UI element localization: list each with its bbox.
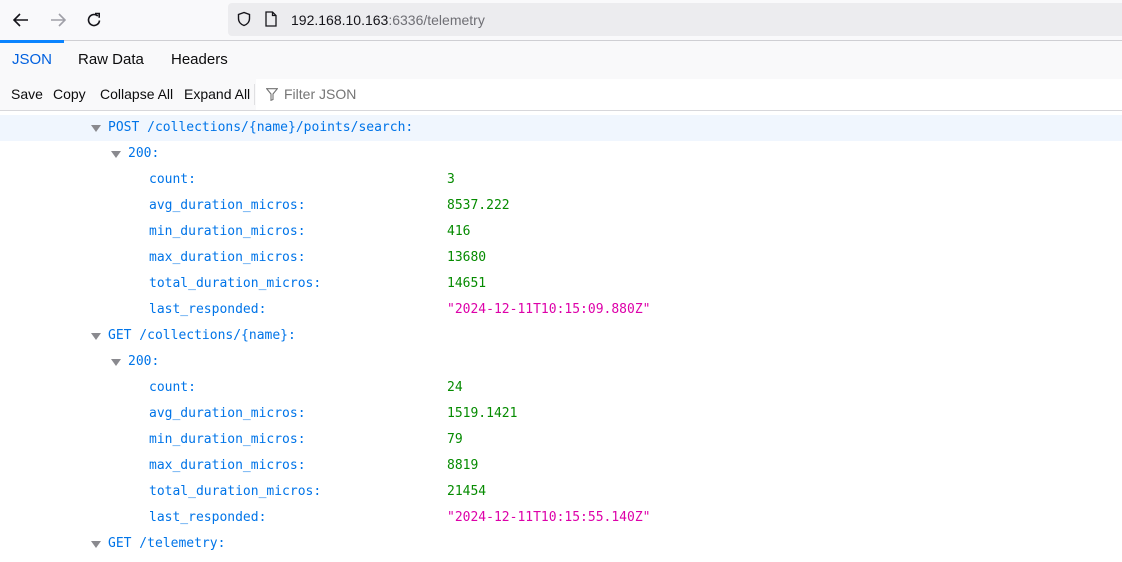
json-key: min_duration_micros: bbox=[149, 224, 306, 239]
json-value: 79 bbox=[447, 432, 463, 447]
json-key: total_duration_micros: bbox=[149, 484, 322, 499]
tab-json[interactable]: JSON bbox=[0, 41, 64, 79]
expand-all-button[interactable]: Expand All bbox=[184, 79, 250, 110]
tree-leaf-row[interactable]: avg_duration_micros: 8537.222 bbox=[0, 193, 1122, 219]
json-key: max_duration_micros: bbox=[149, 458, 306, 473]
json-key: min_duration_micros: bbox=[149, 432, 306, 447]
json-key: avg_duration_micros: bbox=[149, 406, 306, 421]
json-key: total_duration_micros: bbox=[149, 276, 322, 291]
expand-triangle-icon[interactable] bbox=[91, 541, 101, 548]
arrow-right-icon bbox=[51, 13, 66, 27]
json-value: 14651 bbox=[447, 276, 487, 291]
tree-leaf-row[interactable]: total_duration_micros: 21454 bbox=[0, 479, 1122, 505]
json-value: 24 bbox=[447, 380, 463, 395]
viewer-tabs: JSON Raw Data Headers bbox=[0, 40, 1122, 80]
forward-button[interactable] bbox=[45, 8, 71, 32]
json-toolbar: Save Copy Collapse All Expand All bbox=[0, 79, 1122, 111]
arrow-left-icon bbox=[13, 13, 28, 27]
json-value: "2024-12-11T10:15:55.140Z" bbox=[447, 510, 651, 525]
tab-headers[interactable]: Headers bbox=[159, 41, 240, 79]
json-key: GET /telemetry: bbox=[108, 536, 226, 551]
json-tree: POST /collections/{name}/points/search: 2… bbox=[0, 115, 1122, 557]
tree-leaf-row[interactable]: count: 24 bbox=[0, 375, 1122, 401]
filter-icon bbox=[266, 88, 278, 101]
json-value: 8537.222 bbox=[447, 198, 510, 213]
tree-node-row[interactable]: GET /collections/{name}: bbox=[0, 323, 1122, 349]
filter-box[interactable] bbox=[256, 79, 1122, 110]
toolbar-divider bbox=[254, 84, 255, 105]
json-key: max_duration_micros: bbox=[149, 250, 306, 265]
json-value: 8819 bbox=[447, 458, 479, 473]
tree-leaf-row[interactable]: max_duration_micros: 8819 bbox=[0, 453, 1122, 479]
json-key: 200: bbox=[128, 146, 160, 161]
expand-triangle-icon[interactable] bbox=[91, 125, 101, 132]
tree-leaf-row[interactable]: last_responded: "2024-12-11T10:15:09.880Z… bbox=[0, 297, 1122, 323]
save-button[interactable]: Save bbox=[11, 79, 43, 110]
expand-triangle-icon[interactable] bbox=[111, 151, 121, 158]
tab-raw-data[interactable]: Raw Data bbox=[66, 41, 156, 79]
json-key: avg_duration_micros: bbox=[149, 198, 306, 213]
tree-leaf-row[interactable]: min_duration_micros: 79 bbox=[0, 427, 1122, 453]
json-value: "2024-12-11T10:15:09.880Z" bbox=[447, 302, 651, 317]
tree-leaf-row[interactable]: max_duration_micros: 13680 bbox=[0, 245, 1122, 271]
reload-icon bbox=[87, 12, 101, 27]
json-key: last_responded: bbox=[149, 302, 267, 317]
reload-button[interactable] bbox=[81, 8, 107, 32]
json-value: 3 bbox=[447, 172, 455, 187]
url-text[interactable]: 192.168.10.163:6336/telemetry bbox=[291, 12, 485, 28]
tree-leaf-row[interactable]: min_duration_micros: 416 bbox=[0, 219, 1122, 245]
tree-node-row[interactable]: 200: bbox=[0, 349, 1122, 375]
json-value: 21454 bbox=[447, 484, 487, 499]
tree-node-row[interactable]: GET /telemetry: bbox=[0, 531, 1122, 557]
json-value: 13680 bbox=[447, 250, 487, 265]
tree-leaf-row[interactable]: count: 3 bbox=[0, 167, 1122, 193]
back-button[interactable] bbox=[8, 8, 34, 32]
tree-leaf-row[interactable]: avg_duration_micros: 1519.1421 bbox=[0, 401, 1122, 427]
url-host: 192.168.10.163 bbox=[291, 12, 389, 28]
url-bar[interactable]: 192.168.10.163:6336/telemetry bbox=[228, 3, 1122, 36]
json-value: 416 bbox=[447, 224, 471, 239]
tree-leaf-row[interactable]: last_responded: "2024-12-11T10:15:55.140Z… bbox=[0, 505, 1122, 531]
expand-triangle-icon[interactable] bbox=[91, 333, 101, 340]
json-key: count: bbox=[149, 172, 196, 187]
tree-node-row[interactable]: 200: bbox=[0, 141, 1122, 167]
json-value: 1519.1421 bbox=[447, 406, 518, 421]
copy-button[interactable]: Copy bbox=[53, 79, 86, 110]
expand-triangle-icon[interactable] bbox=[111, 359, 121, 366]
page-icon[interactable] bbox=[264, 11, 278, 27]
collapse-all-button[interactable]: Collapse All bbox=[100, 79, 173, 110]
json-key: last_responded: bbox=[149, 510, 267, 525]
browser-navbar: 192.168.10.163:6336/telemetry bbox=[0, 0, 1122, 40]
json-key: GET /collections/{name}: bbox=[108, 328, 296, 343]
json-key: POST /collections/{name}/points/search: bbox=[108, 120, 414, 135]
json-key: 200: bbox=[128, 354, 160, 369]
json-key: count: bbox=[149, 380, 196, 395]
filter-json-input[interactable] bbox=[284, 79, 584, 110]
shield-icon[interactable] bbox=[236, 11, 252, 27]
tree-node-row[interactable]: POST /collections/{name}/points/search: bbox=[0, 115, 1122, 141]
url-path: :6336/telemetry bbox=[388, 12, 485, 28]
tree-leaf-row[interactable]: total_duration_micros: 14651 bbox=[0, 271, 1122, 297]
